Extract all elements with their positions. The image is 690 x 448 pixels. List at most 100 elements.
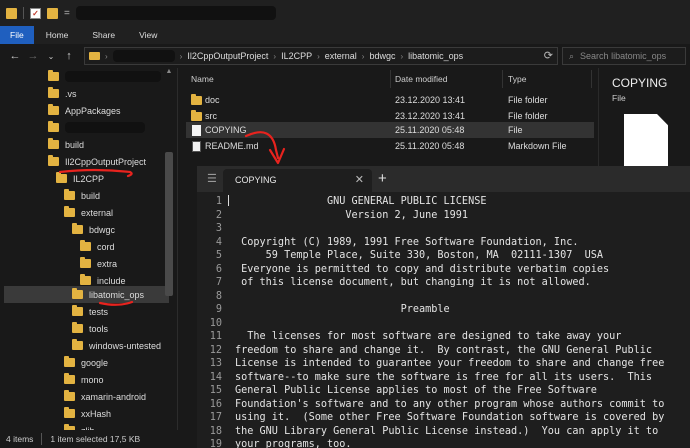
tree-item-label: extra [97,258,118,269]
file-date: 25.11.2020 05:48 [395,125,465,135]
column-separator[interactable] [591,70,592,88]
file-date: 23.12.2020 13:41 [395,95,466,105]
breadcrumb-segment[interactable]: libatomic_ops [408,51,463,61]
file-type: File folder [508,95,548,105]
tree-item[interactable]: build [48,136,84,153]
line-number: 17 [209,412,222,423]
code-line: The licenses for most software are desig… [235,331,622,342]
back-arrow-icon[interactable]: ← [6,47,24,65]
line-number: 3 [215,223,222,234]
breadcrumb-segment[interactable]: external [325,51,357,61]
column-separator[interactable] [390,70,391,88]
file-row[interactable]: doc 23.12.2020 13:41 File folder [186,92,594,108]
search-placeholder: Search libatomic_ops [580,51,667,61]
tree-item[interactable]: Il2CppOutputProject [48,153,146,170]
tree-item[interactable]: cord [80,238,115,255]
tree-item-label: build [65,139,85,150]
chevron-right-icon: › [273,51,277,61]
file-row-selected[interactable]: COPYING 25.11.2020 05:48 File [186,122,594,138]
line-number: 10 [209,317,222,329]
folder-icon [64,356,75,367]
tree-item-label: .vs [65,88,77,99]
address-bar[interactable]: › › Il2CppOutputProject › IL2CPP › exter… [84,47,558,65]
tree-item[interactable]: zlib [64,422,95,430]
editor-text-area[interactable]: 1 GNU GENERAL PUBLIC LICENSE 2 Version 2,… [197,192,690,448]
text-editor-window[interactable]: ☰ COPYING ✕ + 1 GNU GENERAL PUBLIC LICEN… [197,166,690,448]
new-tab-icon[interactable]: + [378,170,387,187]
redacted-path [112,50,175,62]
recent-chevron-icon[interactable]: ⌄ [42,47,60,65]
tree-item[interactable]: AppPackages [48,102,121,119]
folder-icon [48,155,59,166]
column-header-date[interactable]: Date modified [395,70,447,88]
customize-toolbar-icon[interactable]: = [64,8,70,19]
column-header-name[interactable]: Name [191,70,214,88]
file-icon [192,125,201,136]
search-input[interactable]: ⌕ Search libatomic_ops [562,47,686,65]
refresh-icon[interactable]: ⟳ [544,49,553,62]
tree-item[interactable]: tests [72,303,108,320]
editor-tab-title: COPYING [235,175,277,185]
column-separator[interactable] [502,70,503,88]
line-number: 13 [209,358,222,369]
redacted-window-title [75,6,276,20]
up-arrow-icon[interactable]: ↑ [60,47,78,65]
tab-home[interactable]: Home [34,26,81,44]
tree-item-label: xamarin-android [81,391,147,402]
tree-item[interactable] [48,68,161,85]
tree-item[interactable]: google [64,354,108,371]
tree-item-label: xxHash [81,408,112,419]
line-number: 12 [209,344,222,356]
folder-icon [64,206,75,217]
tree-item[interactable]: mono [64,371,104,388]
code-line: Copyright (C) 1989, 1991 Free Software F… [235,236,579,248]
line-number: 15 [209,385,222,396]
code-line: GNU GENERAL PUBLIC LICENSE [235,196,487,207]
tree-item[interactable]: xamarin-android [64,388,146,405]
scroll-up-arrow-icon[interactable]: ▲ [165,68,173,75]
code-line: using it. (Some other Free Software Foun… [235,412,665,423]
chevron-right-icon: › [400,51,404,61]
search-icon: ⌕ [569,50,575,61]
column-header-type[interactable]: Type [508,70,526,88]
tree-item[interactable]: external [64,204,113,221]
folder-icon [48,70,59,81]
tree-item-selected[interactable]: libatomic_ops [4,286,169,303]
editor-tab[interactable]: COPYING ✕ [223,169,372,192]
line-number: 5 [215,250,222,261]
breadcrumb-segment[interactable]: Il2CppOutputProject [187,51,268,61]
hamburger-menu-icon[interactable]: ☰ [207,172,221,186]
navigation-pane[interactable]: .vs AppPackages build Il2CppOutputProjec… [0,68,177,430]
properties-icon[interactable]: ✓ [30,7,41,19]
tree-item-label: external [81,207,114,218]
tree-item[interactable]: xxHash [64,405,111,422]
chevron-right-icon: › [361,51,365,61]
tab-share[interactable]: Share [80,26,127,44]
file-name: README.md [205,141,259,151]
tree-item[interactable]: extra [80,255,117,272]
tree-item[interactable]: .vs [48,85,77,102]
tab-view[interactable]: View [127,26,169,44]
forward-arrow-icon[interactable]: → [24,47,42,65]
folder-icon [80,274,91,285]
code-line: freedom to share and change it. By contr… [235,344,653,356]
tab-file[interactable]: File [0,26,34,44]
file-row[interactable]: README.md 25.11.2020 05:48 Markdown File [186,138,594,154]
title-bar: ✓ = [0,0,690,26]
tree-item[interactable] [48,119,145,136]
folder-icon[interactable] [6,7,17,19]
breadcrumb-segment[interactable]: IL2CPP [281,51,312,61]
tree-item-label: IL2CPP [73,173,105,184]
code-line: Version 2, June 1991 [235,209,469,221]
tree-item[interactable]: build [64,187,100,204]
new-folder-icon[interactable] [47,7,58,19]
tree-item[interactable]: IL2CPP [56,170,104,187]
navigation-scrollbar-thumb[interactable] [165,152,173,296]
code-line: Everyone is permitted to copy and distri… [235,263,610,275]
preview-subtitle: File [612,93,626,103]
close-icon[interactable]: ✕ [355,173,364,186]
tree-item[interactable]: windows-untested [72,337,161,354]
breadcrumb-segment[interactable]: bdwgc [369,51,395,61]
tree-item[interactable]: bdwgc [72,221,115,238]
tree-item[interactable]: tools [72,320,108,337]
